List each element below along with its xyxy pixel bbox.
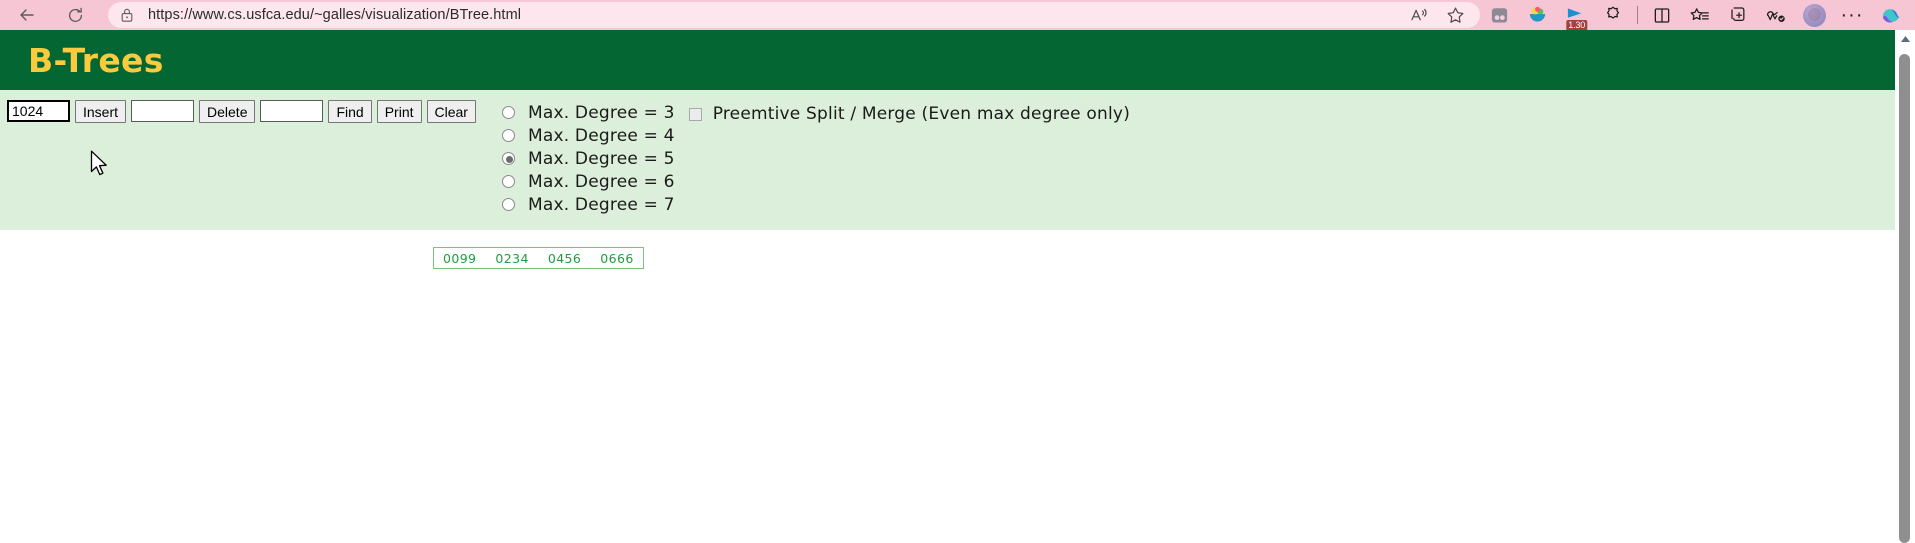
scroll-up-arrow-icon[interactable] (1895, 30, 1915, 48)
radio-option-degree-7[interactable]: Max. Degree = 7 (501, 193, 675, 216)
controls-panel: Insert Delete Find Print Clear Max. Degr… (0, 90, 1895, 230)
radio-icon[interactable] (501, 106, 515, 119)
btree-key: 0099 (443, 250, 477, 266)
delete-input[interactable] (131, 100, 195, 122)
find-input[interactable] (260, 100, 324, 122)
collections-icon[interactable] (1719, 1, 1757, 29)
browser-toolbar: https://www.cs.usfca.edu/~galles/visuali… (0, 0, 1915, 31)
radio-option-degree-5[interactable]: Max. Degree = 5 (501, 147, 675, 170)
insert-button[interactable]: Insert (75, 100, 127, 123)
btree-root-node: 0099 0234 0456 0666 (433, 247, 644, 269)
back-arrow-icon[interactable] (10, 2, 44, 28)
print-button[interactable]: Print (376, 100, 422, 123)
shopping-icon[interactable] (1518, 1, 1556, 29)
btree-key: 0234 (495, 250, 529, 266)
page-content: B-Trees Insert Delete Find Print Clear M… (0, 30, 1895, 543)
radio-option-degree-4[interactable]: Max. Degree = 4 (501, 124, 675, 147)
page-header: B-Trees (0, 30, 1895, 90)
page-title: B-Trees (28, 40, 164, 80)
radio-icon-selected[interactable] (501, 152, 515, 165)
insert-input[interactable] (7, 100, 70, 122)
action-controls: Insert Delete Find Print Clear (0, 100, 476, 123)
favorites-list-icon[interactable] (1681, 1, 1719, 29)
radio-label: Max. Degree = 5 (527, 148, 675, 169)
split-screen-toggle-icon[interactable] (1643, 1, 1681, 29)
copilot-icon[interactable] (1871, 1, 1909, 29)
radio-option-degree-6[interactable]: Max. Degree = 6 (501, 170, 675, 193)
more-options-icon[interactable]: ··· (1833, 1, 1871, 29)
split-screen-icon[interactable] (1480, 1, 1518, 29)
radio-icon[interactable] (501, 175, 515, 188)
star-icon[interactable] (1438, 2, 1472, 28)
radio-label: Max. Degree = 3 (527, 102, 675, 123)
extensions-toolbar: 1.30 ··· (1480, 1, 1915, 31)
delete-button[interactable]: Delete (199, 100, 256, 123)
max-degree-radio-group: Max. Degree = 3 Max. Degree = 4 Max. Deg… (501, 100, 675, 216)
scrollbar-thumb[interactable] (1899, 54, 1910, 543)
url-text: https://www.cs.usfca.edu/~galles/visuali… (148, 7, 522, 23)
checkbox-icon[interactable] (688, 107, 702, 121)
btree-key: 0666 (600, 250, 634, 266)
clear-button[interactable]: Clear (426, 100, 476, 123)
radio-label: Max. Degree = 4 (527, 125, 675, 146)
radio-option-degree-3[interactable]: Max. Degree = 3 (501, 101, 675, 124)
performance-icon[interactable] (1757, 1, 1795, 29)
toolbar-divider (1637, 6, 1638, 24)
radio-label: Max. Degree = 6 (527, 171, 675, 192)
btree-key: 0456 (547, 250, 582, 266)
find-button[interactable]: Find (328, 100, 372, 123)
preemptive-split-merge-checkbox[interactable]: Preemtive Split / Merge (Even max degree… (688, 100, 1131, 124)
radio-label: Max. Degree = 7 (527, 194, 675, 215)
browser-essentials-icon[interactable] (1594, 1, 1632, 29)
radio-icon[interactable] (501, 198, 515, 211)
radio-icon[interactable] (501, 129, 515, 142)
preemptive-label: Preemtive Split / Merge (Even max degree… (712, 104, 1131, 124)
address-bar[interactable]: https://www.cs.usfca.edu/~galles/visuali… (108, 2, 1480, 28)
video-play-icon[interactable]: 1.30 (1556, 1, 1594, 31)
read-aloud-icon[interactable] (1402, 2, 1436, 28)
lock-icon (120, 7, 134, 23)
reload-icon[interactable] (58, 2, 92, 28)
vertical-scrollbar[interactable] (1895, 30, 1915, 543)
profile-avatar[interactable] (1795, 1, 1833, 29)
btree-canvas[interactable]: 0099 0234 0456 0666 (0, 230, 1895, 530)
